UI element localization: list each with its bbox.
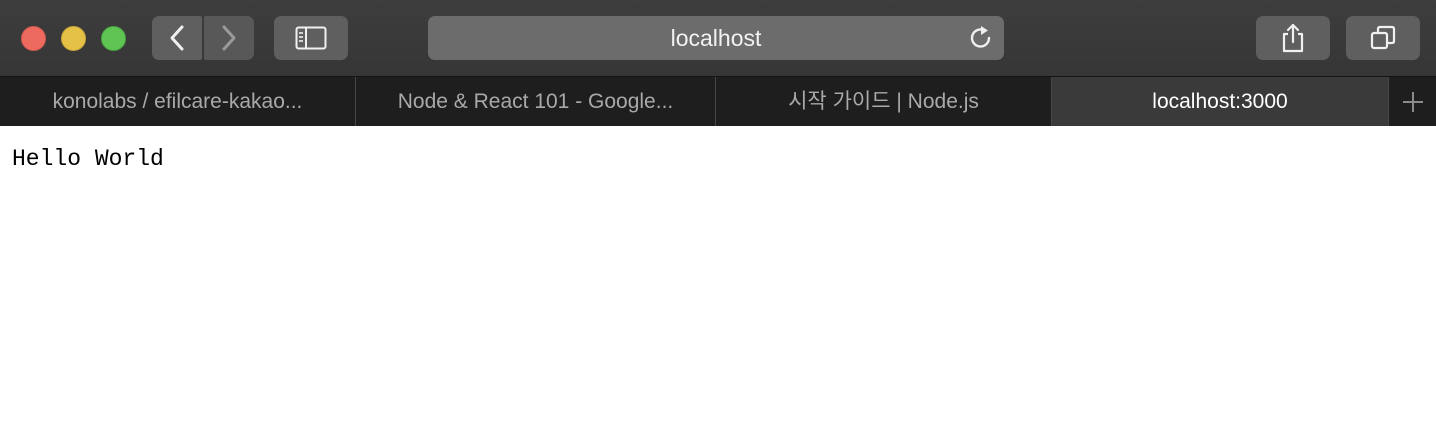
- maximize-window-button[interactable]: [101, 26, 126, 51]
- address-text: localhost: [670, 25, 762, 51]
- tab-node-react[interactable]: Node & React 101 - Google...: [356, 77, 716, 126]
- tab-localhost-active[interactable]: localhost:3000: [1052, 77, 1389, 126]
- chevron-right-icon: [222, 25, 236, 51]
- browser-window: localhost konolabs / efilcare-kakao... N…: [0, 0, 1436, 438]
- share-button[interactable]: [1256, 16, 1330, 60]
- address-bar[interactable]: localhost: [428, 16, 1004, 60]
- tab-overview-button[interactable]: [1346, 16, 1420, 60]
- minimize-window-button[interactable]: [61, 26, 86, 51]
- reload-icon[interactable]: [968, 25, 994, 51]
- chevron-left-icon: [170, 25, 184, 51]
- sidebar-icon: [295, 26, 327, 50]
- tab-strip: konolabs / efilcare-kakao... Node & Reac…: [0, 76, 1436, 126]
- plus-icon: [1402, 91, 1423, 112]
- share-icon: [1282, 23, 1304, 53]
- back-button[interactable]: [152, 16, 202, 60]
- forward-button[interactable]: [204, 16, 254, 60]
- tab-nodejs-guide[interactable]: 시작 가이드 | Node.js: [716, 77, 1052, 126]
- tab-overview-icon: [1370, 25, 1396, 50]
- page-content: Hello World: [0, 126, 1436, 438]
- page-body-text: Hello World: [12, 146, 164, 172]
- new-tab-button[interactable]: [1389, 77, 1436, 126]
- toolbar: localhost: [0, 0, 1436, 76]
- tab-konolabs[interactable]: konolabs / efilcare-kakao...: [0, 77, 356, 126]
- close-window-button[interactable]: [21, 26, 46, 51]
- sidebar-button[interactable]: [274, 16, 348, 60]
